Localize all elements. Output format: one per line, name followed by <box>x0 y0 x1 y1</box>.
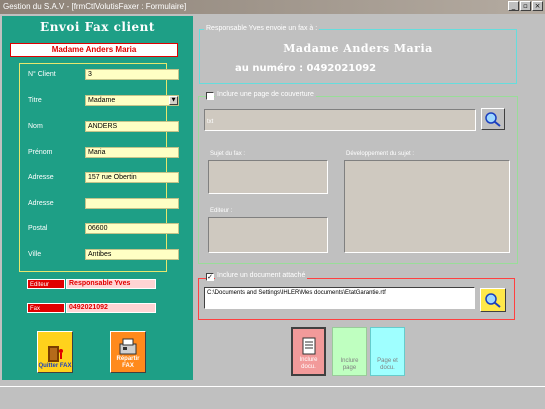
quit-fax-label: Quitter FAX <box>38 363 72 369</box>
browse-cover-button[interactable] <box>481 108 505 130</box>
adresse-input[interactable]: 157 rue Obertin <box>85 172 179 183</box>
page-and-doc-label: Page et docu. <box>377 358 398 371</box>
recipient-number: au numéro : 0492021092 <box>235 63 377 74</box>
field-label-prenom: Prénom <box>28 149 53 156</box>
editeur-label: Editeur <box>27 279 65 289</box>
magnifier-icon <box>485 293 501 308</box>
editor-label: Editeur : <box>210 208 233 214</box>
development-field[interactable] <box>344 160 510 253</box>
nom-input[interactable]: ANDERS <box>85 121 179 132</box>
field-label-ville: Ville <box>28 251 42 258</box>
editor-field[interactable] <box>208 217 328 253</box>
window-controls: _ ▫ × <box>508 1 543 11</box>
chevron-down-icon[interactable]: ▼ <box>169 96 178 105</box>
development-label: Développement du sujet : <box>346 151 415 157</box>
document-icon <box>302 337 315 355</box>
ville-input[interactable]: Antibes <box>85 249 179 260</box>
browse-attachment-button[interactable] <box>480 288 506 312</box>
field-label-title: Titre <box>28 97 42 104</box>
cover-template-text: txt <box>207 119 214 125</box>
send-fax-label: Répartir FAX <box>116 356 140 369</box>
close-button[interactable]: × <box>532 1 543 11</box>
recipient-legend: Responsable Yves envoie un fax à : <box>204 25 320 32</box>
magnifier-icon <box>485 112 501 127</box>
quit-fax-button[interactable]: Quitter FAX <box>37 331 73 373</box>
field-label-nom: Nom <box>28 123 43 130</box>
include-doc-button[interactable]: Inclure docu. <box>291 327 326 376</box>
fax-value: 0492021092 <box>66 303 156 313</box>
window-title: Gestion du S.A.V - [frmCtlVolutisFaxer :… <box>3 2 187 11</box>
title-select[interactable]: Madame ▼ <box>85 95 179 106</box>
postal-input[interactable]: 06600 <box>85 223 179 234</box>
page-and-doc-button[interactable]: Page et docu. <box>370 327 405 376</box>
cover-template-field[interactable]: txt <box>204 109 476 131</box>
recipient-name: Madame Anders Maria <box>283 42 433 55</box>
cover-page-checkbox[interactable] <box>206 92 214 100</box>
client-no-input[interactable]: 3 <box>85 69 179 80</box>
attachment-label: Inclure un document attaché <box>215 272 308 279</box>
field-label-adresse: Adresse <box>28 174 54 181</box>
subject-field[interactable] <box>208 160 328 194</box>
title-select-value: Madame <box>88 97 116 104</box>
panel-title: Envoi Fax client <box>40 20 155 34</box>
window-titlebar: Gestion du S.A.V - [frmCtlVolutisFaxer :… <box>0 0 545 14</box>
include-page-button[interactable]: Inclure page <box>332 327 367 376</box>
subject-label: Sujet du fax : <box>210 151 246 157</box>
exit-door-icon <box>48 346 63 362</box>
prenom-input[interactable]: Maria <box>85 147 179 158</box>
attachment-path-input[interactable]: C:\Documents and Settings\IHLER\Mes docu… <box>204 287 475 309</box>
editeur-value: Responsable Yves <box>66 279 156 289</box>
field-label-adresse2: Adresse <box>28 200 54 207</box>
restore-button[interactable]: ▫ <box>520 1 531 11</box>
field-label-client-no: N° Client <box>28 71 56 78</box>
client-fields-frame: N° Client 3 Titre Madame ▼ Nom ANDERS Pr… <box>19 63 179 272</box>
send-fax-button[interactable]: Répartir FAX <box>110 331 146 373</box>
field-label-postal: Postal <box>28 225 48 232</box>
fax-label: Fax <box>27 303 65 313</box>
include-page-label: Inclure page <box>340 358 359 371</box>
recipient-frame <box>199 29 517 84</box>
minimize-button[interactable]: _ <box>508 1 519 11</box>
fax-machine-icon <box>119 338 137 355</box>
cover-page-label: Inclure une page de couverture <box>215 91 316 98</box>
adresse2-input[interactable] <box>85 198 179 209</box>
status-bar <box>0 386 545 409</box>
include-doc-label: Inclure docu. <box>299 357 318 370</box>
attachment-checkbox[interactable]: ✓ <box>206 273 214 281</box>
client-name-plate: Madame Anders Maria <box>10 43 178 57</box>
